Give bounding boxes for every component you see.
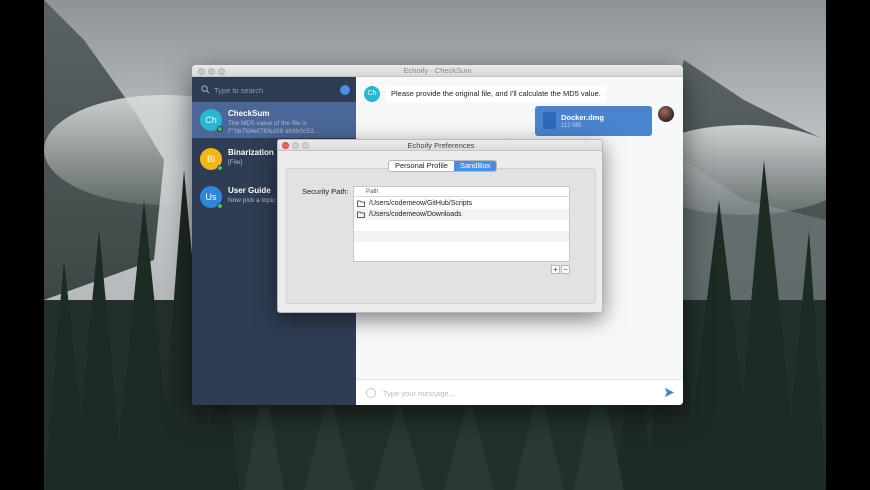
bot-avatar: Ch xyxy=(364,86,380,102)
path-value: /Users/codemeow/GitHub/Scripts xyxy=(369,200,473,207)
tab-sandbox[interactable]: SandBox xyxy=(453,161,497,171)
composer-bar xyxy=(356,379,683,405)
send-icon[interactable] xyxy=(664,387,675,398)
message-input[interactable] xyxy=(383,385,643,401)
path-column-header[interactable]: Path xyxy=(354,187,569,197)
chat-name: Binarization xyxy=(228,148,274,157)
file-name: Docker.dmg xyxy=(561,113,604,122)
folder-icon xyxy=(357,200,365,207)
sandbox-panel: Security Path: Path /Users/codemeow/GitH… xyxy=(286,168,596,304)
empty-table-row xyxy=(354,231,569,242)
chat-name: User Guide xyxy=(228,186,271,195)
user-avatar xyxy=(658,106,674,122)
online-status-dot xyxy=(217,203,223,209)
chat-preview: The MD5 value of the file is f""0b7fd4ef… xyxy=(228,120,319,135)
search-bar xyxy=(200,83,350,97)
search-input[interactable] xyxy=(214,83,336,97)
online-status-dot xyxy=(217,126,223,132)
search-icon xyxy=(201,85,210,94)
table-row[interactable]: /Users/codemeow/Downloads xyxy=(354,209,569,220)
chat-item-checksum[interactable]: Ch CheckSum The MD5 value of the file is… xyxy=(192,102,356,138)
table-row[interactable]: /Users/codemeow/GitHub/Scripts xyxy=(354,198,569,209)
window-titlebar[interactable]: Echoify - CheckSum xyxy=(192,65,683,77)
window-title: Echoify - CheckSum xyxy=(403,66,472,75)
bot-message-bubble: Please provide the original file, and I'… xyxy=(386,86,606,102)
tab-personal-profile[interactable]: Personal Profile xyxy=(389,161,454,171)
online-status-dot xyxy=(217,165,223,171)
preferences-titlebar[interactable]: Echoify Preferences xyxy=(278,140,602,151)
add-path-button[interactable]: + xyxy=(551,265,560,274)
security-path-label: Security Path: xyxy=(302,187,349,196)
folder-icon xyxy=(357,211,365,218)
security-path-table: Path /Users/codemeow/GitHub/Scripts /Use… xyxy=(353,186,570,262)
preferences-tabs: Personal Profile SandBox xyxy=(388,160,498,172)
preferences-title: Echoify Preferences xyxy=(407,141,475,150)
letterbox-left xyxy=(0,0,44,490)
letterbox-right xyxy=(826,0,870,490)
file-message-bubble[interactable]: Docker.dmg 112 MB xyxy=(535,106,652,136)
empty-table-row xyxy=(354,242,569,253)
chat-name: CheckSum xyxy=(228,109,270,118)
preferences-dialog: Echoify Preferences Security Path: Path … xyxy=(277,139,603,313)
compose-icon[interactable] xyxy=(340,85,350,95)
empty-table-row xyxy=(354,220,569,231)
remove-path-button[interactable]: − xyxy=(561,265,570,274)
path-value: /Users/codemeow/Downloads xyxy=(369,211,462,218)
file-size: 112 MB xyxy=(561,123,582,129)
emoji-icon[interactable] xyxy=(366,388,376,398)
file-icon xyxy=(543,112,556,129)
